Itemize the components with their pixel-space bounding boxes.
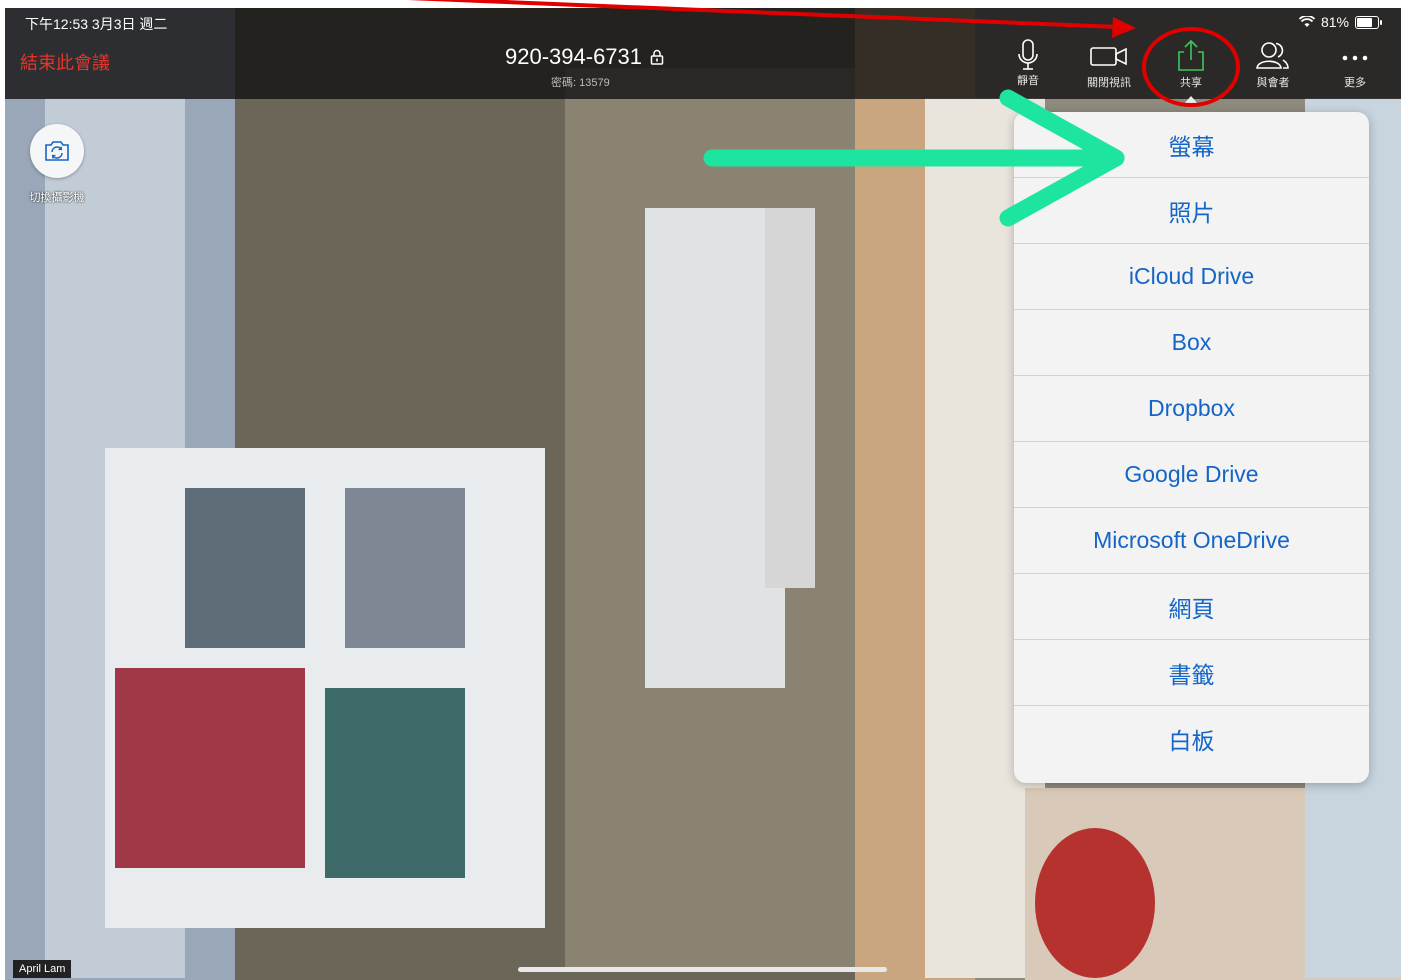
end-meeting-button[interactable]: 結束此會議 xyxy=(20,49,110,75)
wifi-icon xyxy=(1298,16,1315,27)
meeting-id-text: 920-394-6731 xyxy=(505,44,643,69)
video-camera-icon xyxy=(1090,47,1127,66)
home-indicator[interactable] xyxy=(518,967,887,972)
status-time: 下午12:53 3月3日 週二 xyxy=(25,16,168,32)
stop-video-button[interactable]: 關閉視訊 xyxy=(1074,38,1144,94)
battery-status: 81% xyxy=(1298,14,1382,30)
share-label: 共享 xyxy=(1180,77,1202,89)
share-menu: 螢幕 照片 iCloud Drive Box Dropbox Google Dr… xyxy=(1014,112,1369,783)
stop-video-label: 關閉視訊 xyxy=(1087,77,1131,89)
share-dropbox-item[interactable]: Dropbox xyxy=(1014,376,1369,442)
participant-name-tag: April Lam xyxy=(13,960,72,978)
participants-icon xyxy=(1256,42,1289,69)
share-whiteboard-item[interactable]: 白板 xyxy=(1014,706,1369,772)
share-button[interactable]: 共享 xyxy=(1156,38,1226,94)
meeting-passcode: 密碼: 13579 xyxy=(551,77,610,89)
lock-icon xyxy=(650,49,664,65)
switch-camera-button[interactable]: 切換攝影機 xyxy=(23,123,91,209)
mic-icon xyxy=(1018,39,1038,70)
mute-label: 靜音 xyxy=(1017,75,1039,87)
more-label: 更多 xyxy=(1344,77,1366,89)
battery-percent: 81% xyxy=(1320,14,1349,30)
share-up-icon xyxy=(1178,39,1204,71)
switch-camera-label: 切換攝影機 xyxy=(29,192,85,204)
mute-button[interactable]: 靜音 xyxy=(993,38,1063,94)
status-bar: 下午12:53 3月3日 週二 81% xyxy=(5,8,1401,38)
switch-camera-icon xyxy=(45,141,69,161)
more-button[interactable]: 更多 xyxy=(1320,38,1390,94)
share-google-drive-item[interactable]: Google Drive xyxy=(1014,442,1369,508)
more-dots-icon xyxy=(1342,55,1368,61)
share-bookmark-item[interactable]: 書籤 xyxy=(1014,640,1369,706)
share-website-item[interactable]: 網頁 xyxy=(1014,574,1369,640)
participants-label: 與會者 xyxy=(1256,77,1290,89)
share-menu-caret xyxy=(1183,96,1199,105)
share-icloud-drive-item[interactable]: iCloud Drive xyxy=(1014,244,1369,310)
meeting-id[interactable]: 920-394-6731 xyxy=(505,44,664,70)
share-onedrive-item[interactable]: Microsoft OneDrive xyxy=(1014,508,1369,574)
battery-icon xyxy=(1355,15,1382,29)
share-screen-item[interactable]: 螢幕 xyxy=(1014,112,1369,178)
share-box-item[interactable]: Box xyxy=(1014,310,1369,376)
share-photos-item[interactable]: 照片 xyxy=(1014,178,1369,244)
participants-button[interactable]: 與會者 xyxy=(1238,38,1308,94)
